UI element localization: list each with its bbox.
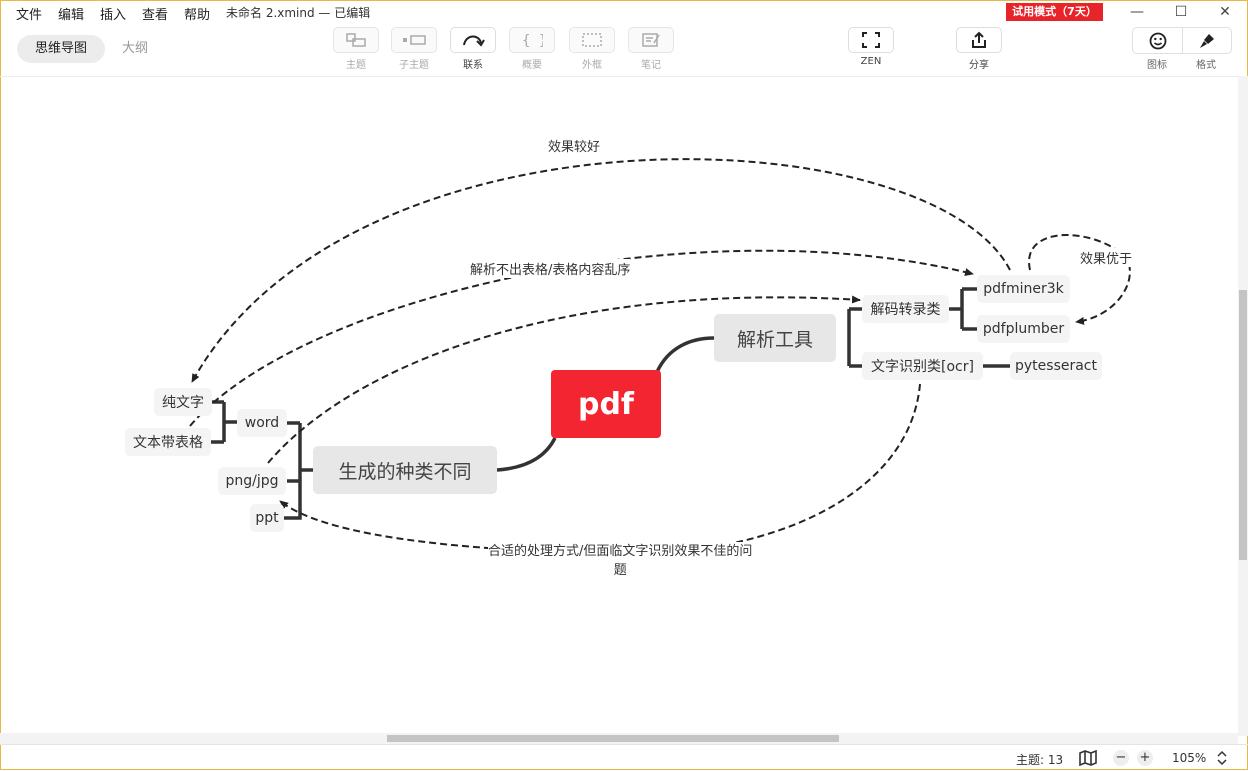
vertical-scrollbar[interactable] [1238, 76, 1248, 736]
share-icon [972, 31, 986, 48]
relationship-label-4[interactable]: 合适的处理方式/但面临文字识别效果不佳的问 题 [488, 542, 753, 580]
tab-mindmap[interactable]: 思维导图 [17, 35, 105, 63]
branch-word-children [210, 400, 237, 444]
note-icon [642, 33, 660, 47]
branch-root-left [496, 437, 557, 472]
subtopic-label: 子主题 [399, 60, 429, 71]
boundary-button[interactable] [569, 27, 615, 53]
tab-outline[interactable]: 大纲 [110, 35, 160, 63]
brush-icon[interactable] [1198, 32, 1216, 50]
subtopic-ocr[interactable]: 文字识别类[ocr] [862, 352, 983, 380]
zoom-in-button[interactable]: + [1137, 750, 1153, 766]
subtopic-pdfminer3k[interactable]: pdfminer3k [977, 275, 1070, 303]
topic-label: 主题 [346, 60, 366, 71]
share-label: 分享 [969, 60, 989, 71]
relationship-label-4-line1: 合适的处理方式/但面临文字识别效果不佳的问 [488, 544, 753, 559]
summary-label: 概要 [522, 60, 542, 71]
menu-bar: 文件 编辑 插入 查看 帮助 未命名 2.xmind — 已编辑 试用模式（7天… [0, 0, 1248, 24]
relationship-label-1[interactable]: 效果较好 [548, 136, 601, 155]
zoom-level[interactable]: 105% [1172, 751, 1206, 765]
horizontal-scrollbar[interactable] [0, 733, 1238, 744]
branch-left-children [284, 421, 313, 520]
menu-help[interactable]: 帮助 [184, 4, 210, 23]
subtopic-decode[interactable]: 解码转录类 [862, 295, 949, 323]
note-button[interactable] [628, 27, 674, 53]
smiley-icon[interactable] [1149, 32, 1167, 50]
boundary-icon [582, 33, 602, 47]
subtopic-text-with-table[interactable]: 文本带表格 [125, 428, 211, 456]
trial-badge[interactable]: 试用模式（7天） [1006, 3, 1103, 21]
main-topic-left[interactable]: 生成的种类不同 [313, 446, 497, 494]
relationship-label: 联系 [463, 60, 483, 71]
subtopic-pytesseract[interactable]: pytesseract [1010, 352, 1102, 380]
zoom-stepper-icon[interactable] [1216, 750, 1228, 766]
branch-root-right [655, 336, 715, 373]
main-topic-right[interactable]: 解析工具 [714, 314, 836, 362]
relationship-lines [189, 158, 1131, 556]
subtopic-button[interactable] [391, 27, 437, 53]
summary-icon: { } [522, 33, 543, 48]
relationship-button[interactable] [450, 27, 496, 53]
relationship-icon [463, 35, 485, 47]
topic-count: 主题: 13 [1016, 753, 1064, 767]
menu-edit[interactable]: 编辑 [58, 4, 84, 23]
zoom-out-button[interactable]: − [1113, 750, 1129, 766]
relationship-label-4-line2: 题 [613, 563, 627, 578]
horizontal-scroll-thumb[interactable] [387, 735, 839, 742]
svg-text:{ }: { } [522, 33, 543, 48]
boundary-label: 外框 [582, 60, 602, 71]
mindmap-canvas[interactable]: pdf 生成的种类不同 解析工具 word png/jpg ppt 纯文字 文本… [0, 76, 1238, 736]
note-label: 笔记 [641, 60, 661, 71]
share-button[interactable] [956, 27, 1002, 53]
topic-button[interactable] [333, 27, 379, 53]
map-view-icon[interactable] [1078, 750, 1098, 766]
subtopic-png-jpg[interactable]: png/jpg [218, 467, 286, 495]
zen-label: ZEN [860, 56, 882, 67]
format-label: 格式 [1196, 60, 1216, 71]
zen-button[interactable] [848, 27, 894, 53]
topic-icon [346, 33, 366, 47]
separator [1182, 28, 1183, 53]
subtopic-pdfplumber[interactable]: pdfplumber [977, 315, 1070, 343]
menu-view[interactable]: 查看 [142, 4, 168, 23]
subtopic-ppt[interactable]: ppt [250, 504, 284, 532]
close-button[interactable]: ✕ [1210, 2, 1240, 22]
branch-decode-children [949, 287, 977, 331]
window-title: 未命名 2.xmind — 已编辑 [226, 6, 371, 20]
fullscreen-icon [862, 32, 880, 48]
relationship-label-2[interactable]: 解析不出表格/表格内容乱序 [470, 259, 631, 278]
branch-right-children [847, 307, 862, 368]
menu-insert[interactable]: 插入 [100, 4, 126, 23]
subtopic-icon [403, 35, 426, 45]
vertical-scroll-thumb[interactable] [1239, 290, 1247, 560]
minimize-button[interactable]: — [1122, 2, 1152, 22]
subtopic-word[interactable]: word [237, 409, 287, 437]
status-bar: 主题: 13 − + 105% [0, 744, 1248, 771]
icon-format-group [1132, 27, 1232, 54]
summary-button[interactable]: { } [509, 27, 555, 53]
maximize-button[interactable]: ☐ [1166, 2, 1196, 22]
subtopic-plain-text[interactable]: 纯文字 [154, 388, 212, 416]
menu-file[interactable]: 文件 [16, 4, 42, 23]
root-topic[interactable]: pdf [551, 370, 661, 438]
relationship-label-3[interactable]: 效果优于 [1080, 248, 1133, 267]
toolbar: 思维导图 大纲 主题 子主题 联系 { } 概要 外框 笔记 ZEN 分享 图标… [0, 24, 1248, 77]
